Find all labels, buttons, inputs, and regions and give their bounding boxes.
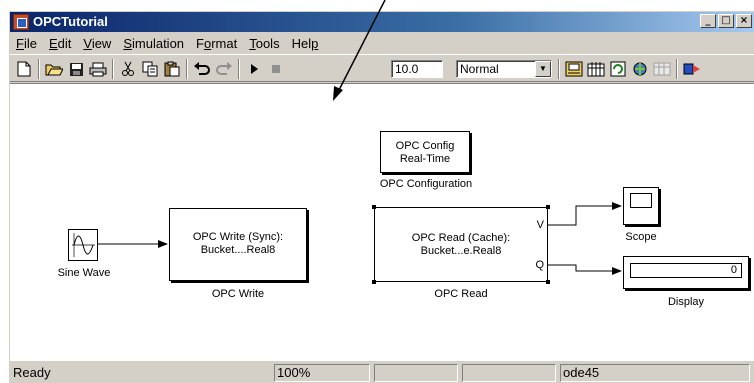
print-icon[interactable] xyxy=(88,59,108,79)
sine-wave-caption: Sine Wave xyxy=(57,267,111,279)
paste-icon[interactable] xyxy=(162,59,182,79)
library-browser-icon[interactable] xyxy=(586,59,606,79)
menu-edit[interactable]: Edit xyxy=(43,36,77,51)
undo-icon[interactable] xyxy=(192,59,212,79)
redo-icon[interactable] xyxy=(214,59,234,79)
close-button[interactable]: × xyxy=(736,14,752,28)
window-title: OPCTutorial xyxy=(33,14,108,29)
new-model-icon[interactable] xyxy=(14,59,34,79)
model-canvas[interactable]: OPC Config Real-Time OPC Configuration S… xyxy=(10,83,754,361)
opc-config-line1: OPC Config xyxy=(395,140,455,152)
opc-write-caption: OPC Write xyxy=(211,288,265,300)
solver-name: ode45 xyxy=(560,364,750,382)
simulation-mode-select[interactable]: Normal ▼ xyxy=(456,60,552,78)
status-cell-empty xyxy=(374,364,458,382)
scope-caption: Scope xyxy=(625,231,657,243)
browser-icon[interactable] xyxy=(682,59,702,79)
opc-write-block[interactable]: OPC Write (Sync): Bucket....Real8 xyxy=(169,208,307,281)
opc-write-line1: OPC Write (Sync): xyxy=(192,231,284,243)
opc-write-line2: Bucket....Real8 xyxy=(200,244,276,256)
menu-view[interactable]: View xyxy=(77,36,117,51)
status-cell-empty xyxy=(462,364,556,382)
menu-simulation[interactable]: Simulation xyxy=(117,36,190,51)
simulation-mode-value: Normal xyxy=(460,62,499,76)
maximize-button[interactable]: □ xyxy=(718,14,734,28)
debugger-icon[interactable] xyxy=(652,59,672,79)
opc-read-port-v: V xyxy=(536,219,544,231)
chevron-down-icon[interactable]: ▼ xyxy=(535,61,551,77)
open-icon[interactable] xyxy=(44,59,64,79)
sine-wave-block[interactable] xyxy=(68,229,98,261)
minimize-button[interactable]: _ xyxy=(700,14,716,28)
start-simulation-icon[interactable] xyxy=(244,59,264,79)
opc-read-caption: OPC Read xyxy=(434,288,488,300)
opc-read-port-q: Q xyxy=(535,259,544,271)
title-bar: OPCTutorial _ □ × xyxy=(10,12,754,32)
simulink-model-icon xyxy=(13,14,29,30)
scope-block[interactable] xyxy=(623,187,659,225)
selection-handle[interactable] xyxy=(372,205,376,209)
scope-screen-icon xyxy=(630,193,652,208)
opc-read-line2: Bucket...e.Real8 xyxy=(420,245,502,257)
zoom-level: 100% xyxy=(274,364,370,382)
sine-wave-icon xyxy=(72,233,95,257)
display-caption: Display xyxy=(667,296,705,308)
selection-handle[interactable] xyxy=(372,280,376,284)
toolbar: 10.0 Normal ▼ xyxy=(10,54,754,82)
menu-tools[interactable]: Tools xyxy=(243,36,285,51)
status-bar: Ready 100% ode45 xyxy=(10,362,754,383)
model-explorer-icon[interactable] xyxy=(630,59,650,79)
menu-format[interactable]: Format xyxy=(190,36,243,51)
menu-file[interactable]: File xyxy=(10,36,43,51)
update-diagram-icon[interactable] xyxy=(608,59,628,79)
opc-config-line2: Real-Time xyxy=(399,153,451,165)
menu-help[interactable]: Help xyxy=(286,36,325,51)
opc-config-block[interactable]: OPC Config Real-Time xyxy=(380,131,470,173)
stop-simulation-icon[interactable] xyxy=(266,59,286,79)
cut-icon[interactable] xyxy=(118,59,138,79)
save-icon[interactable] xyxy=(66,59,86,79)
opc-read-line1: OPC Read (Cache): xyxy=(411,232,511,244)
copy-icon[interactable] xyxy=(140,59,160,79)
build-icon[interactable] xyxy=(564,59,584,79)
model-window: OPCTutorial _ □ × File Edit View Simulat… xyxy=(8,10,754,383)
display-block[interactable]: 0 xyxy=(623,256,749,289)
opc-read-block[interactable]: OPC Read (Cache): Bucket...e.Real8 V Q xyxy=(374,207,548,282)
selection-handle[interactable] xyxy=(546,280,550,284)
stop-time-field[interactable]: 10.0 xyxy=(391,60,443,78)
opc-config-caption: OPC Configuration xyxy=(379,178,473,190)
status-text: Ready xyxy=(13,365,51,380)
menu-bar: File Edit View Simulation Format Tools H… xyxy=(10,34,754,52)
selection-handle[interactable] xyxy=(546,205,550,209)
display-value: 0 xyxy=(630,263,742,278)
